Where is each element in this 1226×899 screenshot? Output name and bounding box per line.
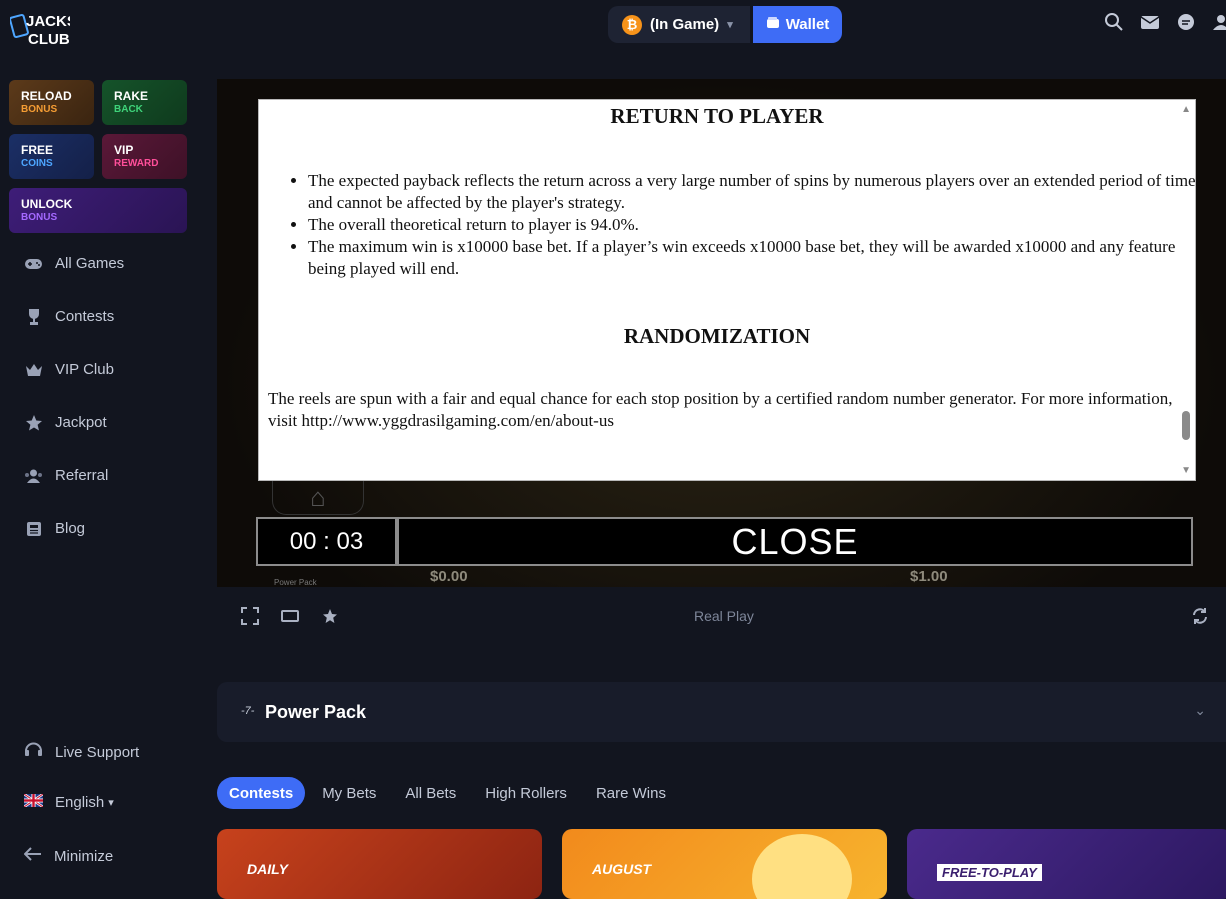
sidebar-item-blog[interactable]: Blog [24, 519, 85, 538]
list-item: The overall theoretical return to player… [308, 214, 1195, 236]
language-selector[interactable]: English ▾ [23, 792, 114, 811]
real-play-toggle[interactable]: Real Play [694, 608, 754, 624]
promo-subtitle: REWARD [114, 158, 159, 169]
sidebar-item-label: All Games [55, 255, 125, 272]
scroll-up-icon[interactable]: ▲ [1181, 104, 1191, 115]
sidebar-item-label: VIP Club [55, 361, 114, 378]
balance-label: (In Game) [650, 16, 720, 33]
minimize-label: Minimize [54, 847, 114, 865]
sidebar-item-all-games[interactable]: All Games [24, 254, 124, 273]
rules-dialog[interactable]: RETURN TO PLAYER The expected payback re… [258, 99, 1196, 481]
chat-icon[interactable] [1176, 12, 1196, 32]
balance-selector[interactable]: ₿ (In Game) ▾ [608, 6, 750, 43]
promo-subtitle: BONUS [21, 212, 58, 223]
tab-rare-wins[interactable]: Rare Wins [584, 777, 678, 809]
promo-subtitle: BACK [114, 104, 143, 115]
fullscreen-icon[interactable] [241, 607, 259, 625]
scrollbar-thumb[interactable] [1182, 411, 1190, 440]
rtp-list: The expected payback reflects the return… [269, 170, 1195, 280]
tab-contests[interactable]: Contests [217, 777, 306, 809]
game-logo-small: Power Pack [274, 578, 317, 587]
tab-high-rollers[interactable]: High Rollers [473, 777, 579, 809]
contest-card-august[interactable]: AUGUST [562, 829, 887, 899]
user-icon[interactable] [1212, 12, 1226, 32]
sidebar-item-vip-club[interactable]: VIP Club [24, 360, 114, 379]
rtp-heading: RETURN TO PLAYER [610, 104, 824, 128]
list-item: The maximum win is x10000 base bet. If a… [308, 236, 1195, 280]
mail-icon[interactable] [1140, 12, 1160, 32]
tab-all-bets[interactable]: All Bets [393, 777, 468, 809]
game-title: Power Pack [265, 702, 367, 722]
favorite-star-icon[interactable] [321, 607, 339, 625]
promo-title: RAKE [114, 89, 149, 103]
newspaper-icon [24, 519, 43, 538]
game-info-panel[interactable]: -7- Power Pack ⌄ [217, 682, 1226, 742]
balance-value: $0.00 [430, 568, 468, 585]
theater-mode-icon[interactable] [281, 607, 299, 625]
sidebar-item-label: Blog [55, 520, 86, 537]
svg-text:JACKS: JACKS [26, 13, 70, 30]
contest-card-daily[interactable]: DAILY [217, 829, 542, 899]
promo-vip-reward[interactable]: VIP REWARD [102, 134, 187, 179]
star-icon [24, 413, 43, 432]
headset-icon [24, 741, 43, 763]
sidebar-item-referral[interactable]: Referral [24, 466, 108, 485]
bets-tabs: Contests My Bets All Bets High Rollers R… [217, 777, 683, 809]
minimize-button[interactable]: Minimize [23, 847, 114, 865]
card-title: DAILY [247, 861, 288, 877]
live-support-button[interactable]: Live Support [24, 741, 139, 763]
chevron-down-icon: ▾ [108, 797, 114, 809]
promo-title: RELOAD [21, 89, 72, 103]
promo-title: FREE [21, 143, 54, 157]
arrow-left-icon [23, 847, 42, 865]
gamepad-icon [24, 254, 43, 273]
promo-reload-bonus[interactable]: RELOAD BONUS [9, 80, 94, 125]
randomization-heading: RANDOMIZATION [623, 324, 811, 348]
bitcoin-icon: ₿ [622, 14, 642, 35]
tab-my-bets[interactable]: My Bets [310, 777, 388, 809]
trophy-icon [24, 307, 43, 326]
bet-value: $1.00 [910, 568, 948, 585]
crown-icon [24, 360, 43, 379]
svg-text:CLUB: CLUB [28, 31, 70, 48]
users-icon [24, 466, 43, 485]
home-icon: ⌂ [272, 480, 364, 515]
promo-title: VIP [114, 143, 134, 157]
jacks-club-logo[interactable]: JACKS CLUB [9, 6, 77, 50]
chevron-down-icon: ▾ [727, 19, 733, 31]
contest-card-free-to-play[interactable]: FREE-TO-PLAY [907, 829, 1226, 899]
close-dialog-button[interactable]: CLOSE [397, 517, 1193, 566]
list-item: The expected payback reflects the return… [308, 170, 1195, 214]
scroll-down-icon[interactable]: ▼ [1181, 465, 1191, 476]
sidebar-item-label: Referral [55, 467, 109, 484]
chevron-down-icon[interactable]: ⌄ [1194, 702, 1206, 719]
promo-rake-back[interactable]: RAKE BACK [102, 80, 187, 125]
randomization-text: The reels are spun with a fair and equal… [268, 389, 1173, 430]
wallet-button[interactable]: Wallet [753, 6, 842, 43]
card-title: AUGUST [592, 861, 652, 877]
promo-free-coins[interactable]: FREE COINS [9, 134, 94, 179]
promo-subtitle: COINS [21, 158, 53, 169]
sidebar-item-label: Contests [55, 308, 115, 325]
sidebar-item-contests[interactable]: Contests [24, 307, 114, 326]
smiley-icon [752, 834, 852, 899]
promo-title: UNLOCK [21, 197, 73, 211]
uk-flag-icon [23, 792, 44, 811]
promo-subtitle: BONUS [21, 104, 58, 115]
provider-logo-icon: -7- [241, 705, 255, 717]
session-timer: 00 : 03 [256, 517, 397, 566]
promo-unlock-bonus[interactable]: UNLOCK BONUS [9, 188, 187, 233]
card-title: FREE-TO-PLAY [937, 864, 1042, 881]
wallet-label: Wallet [785, 16, 830, 33]
wallet-icon [766, 16, 780, 34]
sidebar-item-label: Jackpot [55, 414, 107, 431]
search-icon[interactable] [1104, 12, 1124, 32]
sidebar-item-jackpot[interactable]: Jackpot [24, 413, 107, 432]
language-label: English [55, 794, 105, 811]
refresh-icon[interactable] [1191, 607, 1209, 625]
live-support-label: Live Support [55, 743, 140, 761]
